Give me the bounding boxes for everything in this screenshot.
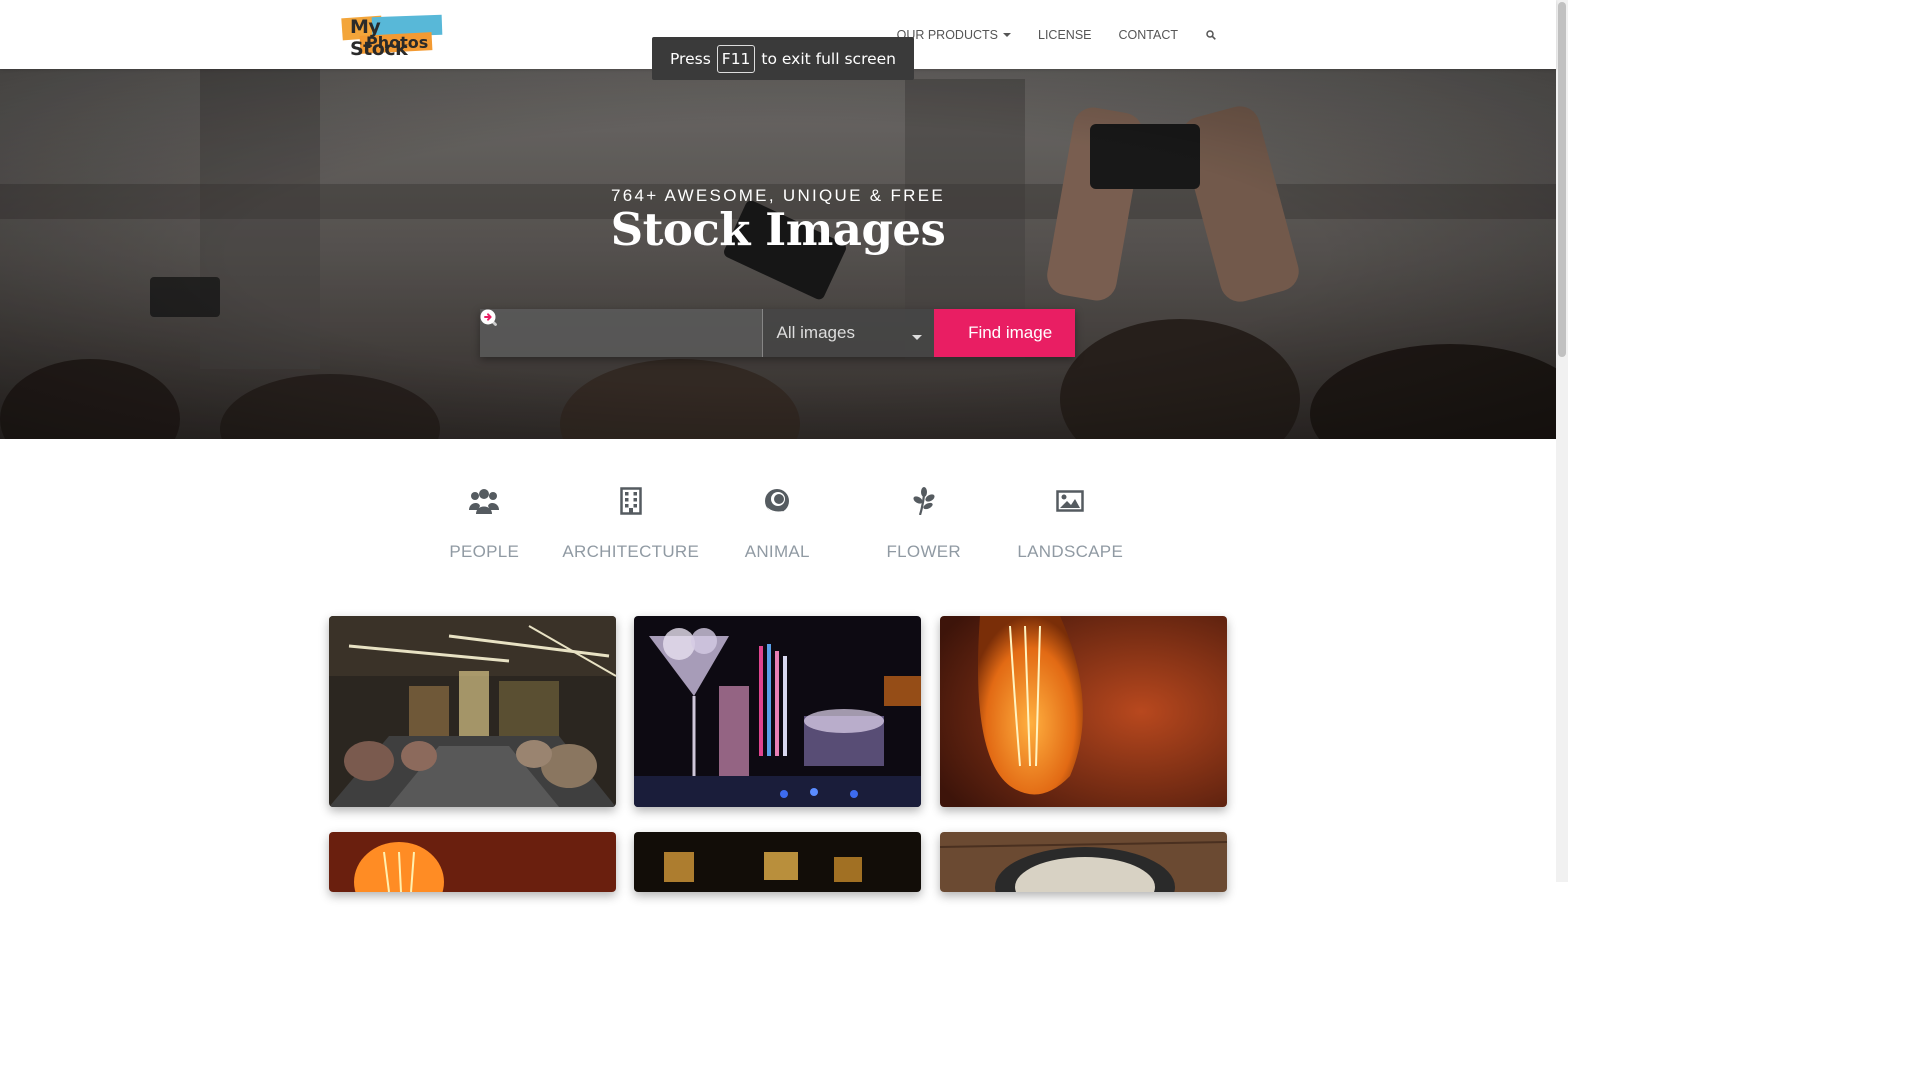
gallery-image-lightbulb bbox=[940, 616, 1227, 807]
gallery-image-restaurant bbox=[329, 616, 616, 807]
gallery-item-lamps[interactable] bbox=[634, 832, 921, 892]
category-flower-label: FLOWER bbox=[886, 542, 962, 561]
nav-contact-label: CONTACT bbox=[1118, 27, 1179, 42]
fs-suffix: to exit full screen bbox=[761, 49, 897, 68]
gallery-item-lightbulb-2[interactable] bbox=[329, 832, 616, 892]
site-logo[interactable]: My Stock Photos bbox=[341, 14, 443, 60]
gallery-item-lightbulb[interactable] bbox=[940, 616, 1227, 807]
search-field-wrapper[interactable] bbox=[480, 309, 762, 357]
category-animal[interactable]: ANIMAL bbox=[704, 484, 851, 562]
gallery-item-cocktail[interactable] bbox=[634, 616, 921, 807]
gallery-image-cocktail bbox=[634, 616, 921, 807]
category-animal-label: ANIMAL bbox=[744, 542, 810, 561]
scrollbar-thumb[interactable] bbox=[1558, 2, 1566, 357]
category-people-label: PEOPLE bbox=[449, 542, 520, 561]
gallery-image-bowl bbox=[940, 832, 1227, 892]
category-landscape-label: LANDSCAPE bbox=[1017, 542, 1124, 561]
gallery-image-lightbulb-2 bbox=[329, 832, 616, 892]
users-icon bbox=[469, 484, 500, 518]
image-icon bbox=[1056, 484, 1084, 518]
image-type-select[interactable]: All images bbox=[761, 309, 935, 357]
gallery-image-lamps bbox=[634, 832, 921, 892]
fs-prefix: Press bbox=[669, 49, 711, 68]
image-search-form: All images Find image bbox=[480, 309, 1075, 357]
page-scrollbar[interactable] bbox=[1556, 0, 1568, 882]
chevron-down-icon bbox=[912, 335, 923, 340]
hero-title: Stock Images bbox=[610, 203, 946, 256]
category-landscape[interactable]: LANDSCAPE bbox=[997, 484, 1144, 562]
animal-icon bbox=[763, 484, 791, 518]
gallery-item-bowl[interactable] bbox=[940, 832, 1227, 892]
find-image-button[interactable]: Find image bbox=[480, 309, 1075, 357]
main-menu: OUR PRODUCTS LICENSE CONTACT bbox=[870, 0, 1216, 69]
nav-contact[interactable]: CONTACT bbox=[1119, 28, 1179, 42]
hero-banner: 764+ AWESOME, UNIQUE & FREE Stock Images… bbox=[0, 69, 1556, 439]
fullscreen-exit-notice: Press F11 to exit full screen bbox=[652, 37, 914, 80]
logo-line2: Photos bbox=[366, 33, 429, 52]
search-input[interactable] bbox=[506, 323, 730, 343]
nav-license[interactable]: LICENSE bbox=[1038, 28, 1092, 42]
nav-license-label: LICENSE bbox=[1038, 27, 1092, 42]
image-type-select-value: All images bbox=[776, 323, 855, 342]
find-image-label: Find image bbox=[968, 323, 1053, 342]
nav-search-icon[interactable] bbox=[1206, 29, 1216, 40]
building-icon bbox=[620, 484, 642, 518]
fs-key: F11 bbox=[716, 44, 756, 73]
caret-down-icon bbox=[1003, 32, 1011, 37]
gallery-item-restaurant[interactable] bbox=[329, 616, 616, 807]
category-people[interactable]: PEOPLE bbox=[411, 484, 558, 562]
leaf-icon bbox=[912, 484, 936, 518]
category-list: PEOPLE ARCHITECTURE ANIMAL FLOWER LANDSC… bbox=[411, 484, 1144, 562]
category-architecture[interactable]: ARCHITECTURE bbox=[558, 484, 705, 562]
category-architecture-label: ARCHITECTURE bbox=[562, 542, 700, 561]
category-flower[interactable]: FLOWER bbox=[851, 484, 998, 562]
